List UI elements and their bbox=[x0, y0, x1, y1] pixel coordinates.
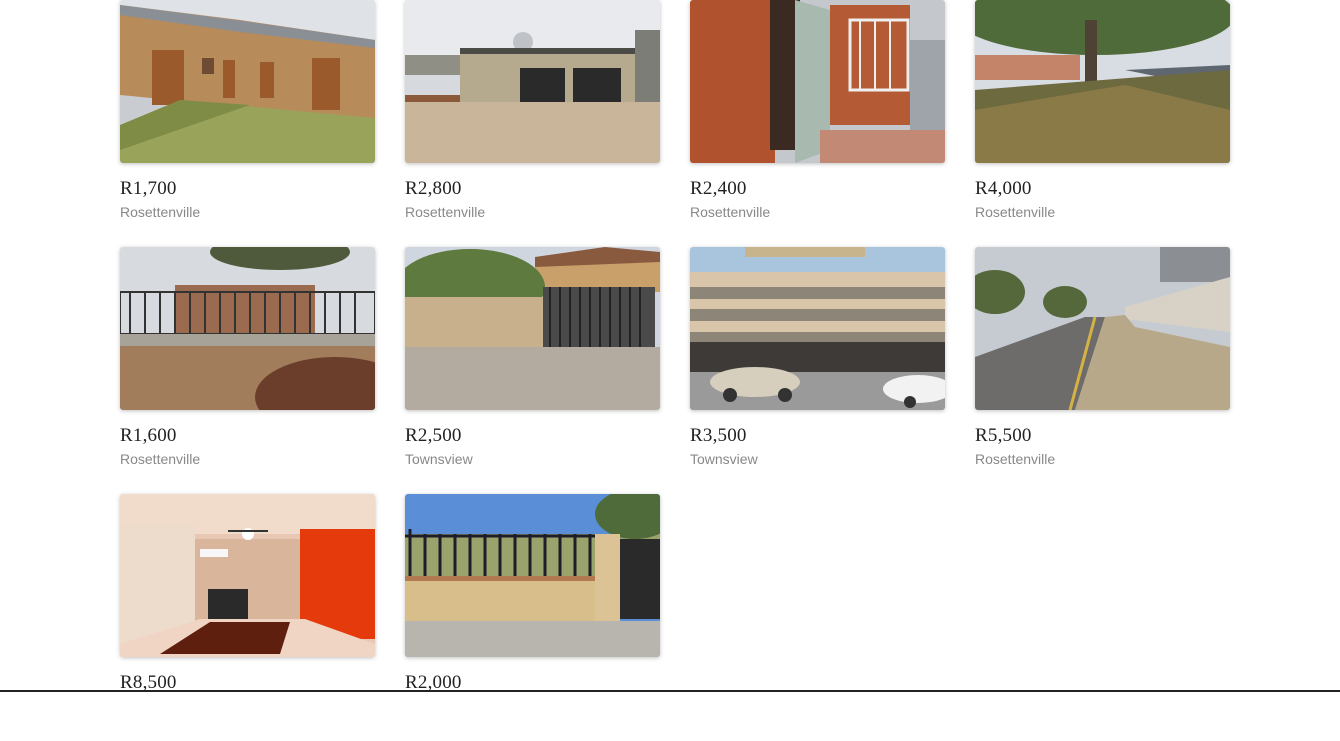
listing-photo[interactable] bbox=[690, 247, 945, 410]
listing-price: R5,500 bbox=[975, 425, 1032, 446]
apartment-block-icon bbox=[690, 247, 945, 410]
listing-price: R4,000 bbox=[975, 178, 1032, 199]
listing-card[interactable]: R3,500 Townsview bbox=[690, 247, 945, 494]
fenced-house-icon bbox=[120, 247, 375, 410]
listing-photo[interactable] bbox=[975, 0, 1230, 163]
listing-suburb: Rosettenville bbox=[690, 204, 771, 220]
tree-lawn-icon bbox=[975, 0, 1230, 163]
listing-card[interactable]: R1,600 Rosettenville bbox=[120, 247, 375, 494]
listing-price: R2,400 bbox=[690, 178, 747, 199]
listing-photo[interactable] bbox=[120, 0, 375, 163]
wall-fence-icon bbox=[405, 494, 660, 657]
listing-suburb: Rosettenville bbox=[120, 451, 201, 467]
listing-photo[interactable] bbox=[120, 247, 375, 410]
listing-card[interactable]: R2,400 Rosettenville bbox=[690, 0, 945, 247]
listing-card[interactable]: R4,000 Rosettenville bbox=[975, 0, 1230, 247]
listings-grid: R1,700 Rosettenville R2,800 Rosettenvill… bbox=[120, 0, 1230, 741]
listing-price: R2,500 bbox=[405, 425, 462, 446]
listing-suburb: Townsview bbox=[405, 451, 473, 467]
listing-price: R3,500 bbox=[690, 425, 747, 446]
listing-photo[interactable] bbox=[405, 0, 660, 163]
brick-house-icon bbox=[120, 0, 375, 163]
listing-suburb: Rosettenville bbox=[120, 204, 201, 220]
garage-house-icon bbox=[405, 0, 660, 163]
gate-driveway-icon bbox=[405, 247, 660, 410]
listing-price: R2,800 bbox=[405, 178, 462, 199]
listing-price: R1,600 bbox=[120, 425, 177, 446]
listing-suburb: Rosettenville bbox=[975, 451, 1056, 467]
brick-doorway-icon bbox=[690, 0, 945, 163]
interior-room-icon bbox=[120, 494, 375, 657]
listing-suburb: Rosettenville bbox=[405, 204, 486, 220]
listing-suburb: Rosettenville bbox=[975, 204, 1056, 220]
listing-card[interactable]: R2,000 bbox=[405, 494, 660, 741]
listing-photo[interactable] bbox=[405, 494, 660, 657]
listing-photo[interactable] bbox=[120, 494, 375, 657]
listing-card[interactable]: R2,800 Rosettenville bbox=[405, 0, 660, 247]
listing-card[interactable]: R5,500 Rosettenville bbox=[975, 247, 1230, 494]
listing-card[interactable]: R1,700 Rosettenville bbox=[120, 0, 375, 247]
listing-photo[interactable] bbox=[975, 247, 1230, 410]
listing-suburb: Townsview bbox=[690, 451, 758, 467]
street-view-icon bbox=[975, 247, 1230, 410]
listing-card[interactable]: R8,500 bbox=[120, 494, 375, 741]
listing-price: R1,700 bbox=[120, 178, 177, 199]
listing-photo[interactable] bbox=[690, 0, 945, 163]
listing-card[interactable]: R2,500 Townsview bbox=[405, 247, 660, 494]
listing-photo[interactable] bbox=[405, 247, 660, 410]
